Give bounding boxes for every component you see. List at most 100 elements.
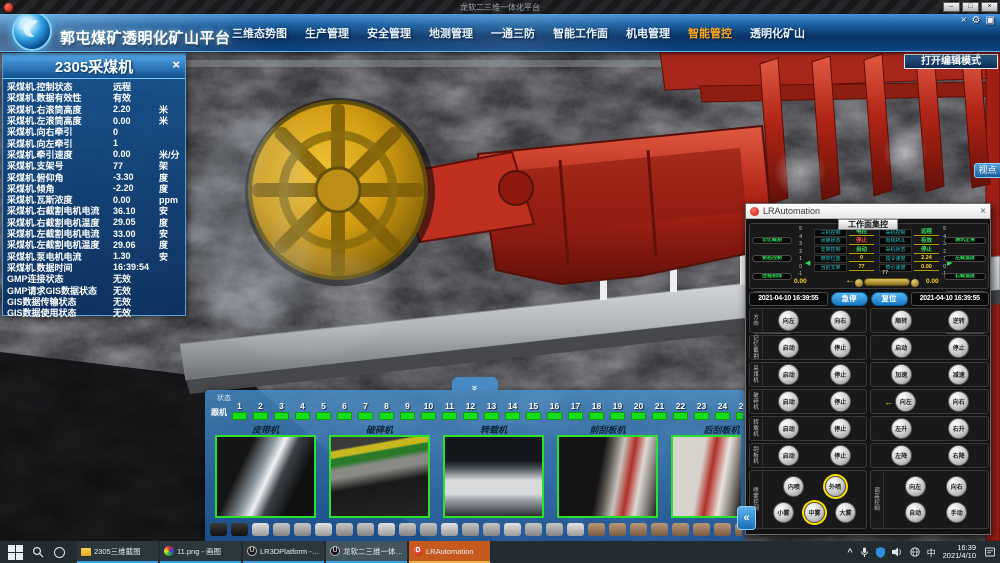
support-indicator-light[interactable] [694, 412, 709, 420]
panel-close-icon[interactable]: × [172, 57, 180, 73]
control-button[interactable]: 右降 [948, 445, 969, 466]
camera-feed-video[interactable] [329, 435, 430, 518]
nav-menu-item[interactable]: 地测管理 [429, 25, 473, 41]
support-indicator-light[interactable] [253, 412, 268, 420]
mode-button[interactable]: 记忆截割 [752, 237, 792, 244]
support-indicator-light[interactable] [652, 412, 667, 420]
support-indicator-light[interactable] [400, 412, 415, 420]
film-thumb[interactable] [609, 523, 626, 536]
film-thumb[interactable] [651, 523, 668, 536]
control-button[interactable]: 右升 [948, 418, 969, 439]
control-button[interactable]: 停止 [830, 337, 851, 358]
emergency-stop-button[interactable]: 急停 [831, 292, 868, 306]
control-button[interactable]: 停止 [830, 418, 851, 439]
film-thumb[interactable] [294, 523, 311, 536]
film-thumb[interactable] [567, 523, 584, 536]
control-button[interactable]: 左升 [891, 418, 912, 439]
status-button[interactable]: 左截温度 [944, 255, 986, 262]
adjust-button[interactable]: 手动 [946, 502, 967, 523]
film-thumb[interactable] [672, 523, 689, 536]
shearer-position-slider[interactable] [864, 278, 910, 286]
camera-feed-video[interactable] [557, 435, 658, 518]
support-indicator-light[interactable] [421, 412, 436, 420]
adjust-button[interactable]: 自动 [905, 502, 926, 523]
support-indicator-light[interactable] [358, 412, 373, 420]
microphone-icon[interactable] [860, 547, 869, 558]
adjust-button[interactable]: 向右 [946, 476, 967, 497]
support-indicator-light[interactable] [505, 412, 520, 420]
maximize-button[interactable]: □ [962, 2, 979, 12]
control-button[interactable]: 启动 [778, 445, 799, 466]
nav-menu-item[interactable]: 机电管理 [626, 25, 670, 41]
security-shield-icon[interactable] [876, 547, 885, 558]
support-indicator-light[interactable] [631, 412, 646, 420]
film-thumb[interactable] [399, 523, 416, 536]
support-indicator-light[interactable] [295, 412, 310, 420]
support-indicator-light[interactable] [547, 412, 562, 420]
control-button[interactable]: 向右 [948, 391, 969, 412]
nav-menu-item[interactable]: 生产管理 [305, 25, 349, 41]
control-button[interactable]: 左降 [891, 445, 912, 466]
resize-icon[interactable]: ▣ [986, 15, 995, 26]
control-button[interactable]: 向左 [778, 310, 799, 331]
nav-menu-item[interactable]: 智能管控 [688, 25, 732, 41]
film-thumb[interactable] [483, 523, 500, 536]
film-thumb[interactable] [378, 523, 395, 536]
film-thumb[interactable] [504, 523, 521, 536]
gear-icon[interactable]: ⚙ [972, 15, 981, 26]
control-button[interactable]: 启动 [778, 364, 799, 385]
support-indicator-light[interactable] [736, 412, 743, 420]
taskbar-app-button[interactable]: LR3DPlatform - U... [243, 541, 324, 563]
taskbar-app-button[interactable]: 11.png - 画图 [160, 541, 241, 563]
status-button[interactable]: 通讯正常 [944, 237, 986, 244]
film-thumb[interactable] [525, 523, 542, 536]
spray-button[interactable]: 外喷 [825, 476, 846, 497]
sidebar-collapse-button[interactable]: « [737, 506, 756, 530]
camera-feed-video[interactable] [215, 435, 316, 518]
control-button[interactable]: 顺转 [891, 310, 912, 331]
spray-button[interactable]: 小雾 [773, 502, 794, 523]
lr-close-icon[interactable]: × [980, 206, 986, 217]
nav-menu-item[interactable]: 透明化矿山 [750, 25, 805, 41]
support-indicator-light[interactable] [589, 412, 604, 420]
support-indicator-light[interactable] [673, 412, 688, 420]
control-button[interactable]: 停止 [830, 445, 851, 466]
camera-feed-video[interactable] [671, 435, 741, 518]
tools-close-icon[interactable]: × [961, 15, 967, 26]
film-thumb[interactable] [714, 523, 731, 536]
support-indicator-light[interactable] [568, 412, 583, 420]
mode-button[interactable]: 远程割煤 [752, 273, 792, 280]
status-button[interactable]: 右截温度 [944, 273, 986, 280]
mode-button[interactable]: 姿态控制 [752, 255, 792, 262]
film-thumb[interactable] [273, 523, 290, 536]
film-thumb[interactable] [420, 523, 437, 536]
control-button[interactable]: 逆转 [948, 310, 969, 331]
speaker-icon[interactable] [892, 547, 903, 557]
control-button[interactable]: 停止 [830, 391, 851, 412]
film-thumb[interactable] [357, 523, 374, 536]
spray-button[interactable]: 大雾 [835, 502, 856, 523]
search-icon[interactable] [32, 546, 44, 558]
spray-button[interactable]: 内喷 [783, 476, 804, 497]
film-thumb[interactable] [315, 523, 332, 536]
film-thumb[interactable] [462, 523, 479, 536]
film-thumb[interactable] [441, 523, 458, 536]
control-button[interactable]: 启动 [891, 337, 912, 358]
cortana-icon[interactable] [54, 547, 65, 558]
taskbar-app-button[interactable]: 龙软二三维一体化... [326, 541, 407, 563]
control-button[interactable]: 启动 [778, 418, 799, 439]
control-button[interactable]: 减速 [948, 364, 969, 385]
reset-button[interactable]: 复位 [871, 292, 908, 306]
control-button[interactable]: 停止 [830, 364, 851, 385]
support-indicator-light[interactable] [610, 412, 625, 420]
panel-collapse-tab[interactable]: « [452, 377, 498, 390]
control-button[interactable]: 向左 [895, 391, 916, 412]
nav-menu-item[interactable]: 智能工作面 [553, 25, 608, 41]
camera-feed-video[interactable] [443, 435, 544, 518]
film-thumb[interactable] [546, 523, 563, 536]
ime-language-indicator[interactable]: 中 [927, 546, 936, 559]
open-edit-mode-button[interactable]: 打开编辑模式 [904, 54, 998, 69]
support-indicator-light[interactable] [274, 412, 289, 420]
film-thumb[interactable] [231, 523, 248, 536]
workface-control-tab[interactable]: 工作面集控 [838, 219, 898, 230]
